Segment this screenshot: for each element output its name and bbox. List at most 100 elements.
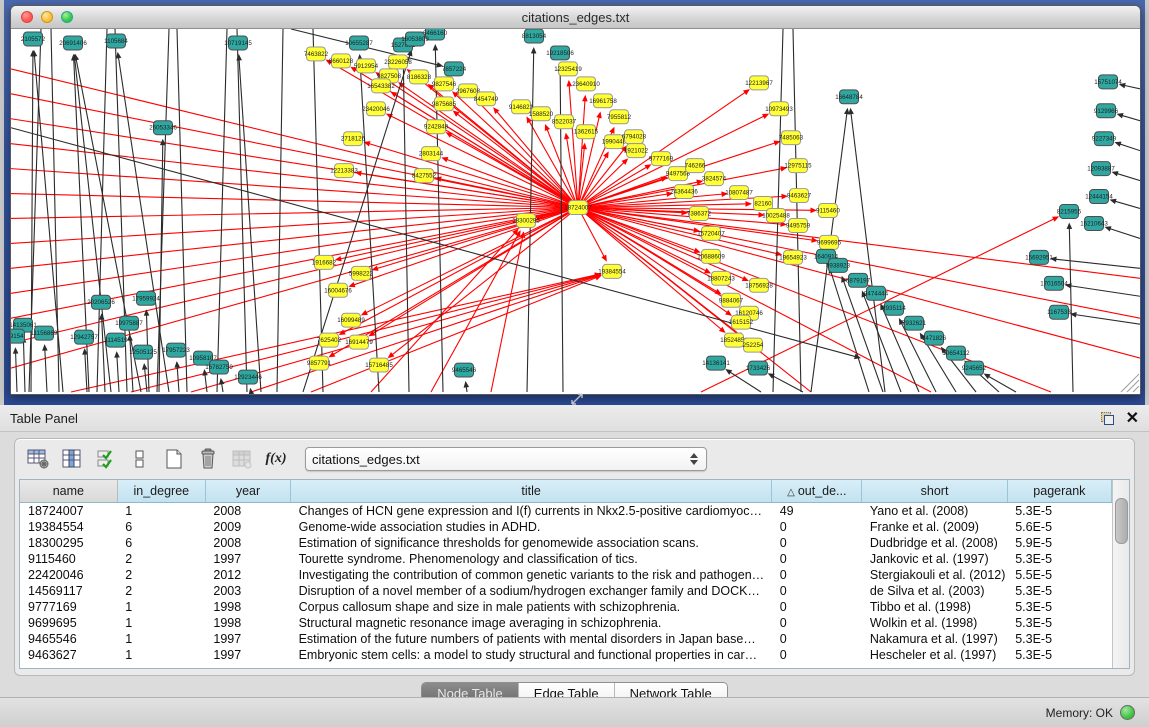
- graph-edge[interactable]: [31, 52, 33, 392]
- table-cell[interactable]: 49: [772, 503, 862, 520]
- graph-node[interactable]: 1105684: [104, 34, 128, 48]
- graph-node[interactable]: 16099489: [337, 313, 365, 327]
- table-cell[interactable]: 2008: [205, 503, 290, 520]
- graph-node[interactable]: 2105572: [21, 32, 46, 46]
- table-row[interactable]: 911546021997Tourette syndrome. Phenomeno…: [20, 551, 1112, 567]
- table-cell[interactable]: 18724007: [20, 503, 117, 520]
- graph-node[interactable]: 12213383: [330, 164, 358, 178]
- graph-node[interactable]: 2935114: [882, 301, 906, 315]
- graph-node[interactable]: 9875685: [432, 97, 457, 111]
- graph-edge[interactable]: [357, 173, 578, 208]
- row-checks-icon[interactable]: [91, 445, 121, 473]
- graph-node[interactable]: 9463627: [787, 189, 812, 203]
- graph-node[interactable]: 1921022: [624, 144, 649, 158]
- graph-node[interactable]: 9495759: [786, 218, 811, 232]
- graph-node[interactable]: 3824574: [702, 172, 727, 186]
- graph-node[interactable]: 26053346: [149, 121, 177, 135]
- table-row[interactable]: 977716911998Corpus callosum shape and si…: [20, 599, 1112, 615]
- graph-node[interactable]: 746266: [685, 159, 706, 173]
- graph-node[interactable]: 17016504: [1040, 276, 1068, 290]
- graph-node[interactable]: 10688609: [697, 249, 725, 263]
- table-cell[interactable]: 1997: [205, 647, 290, 663]
- table-cell[interactable]: 22420046: [20, 567, 117, 583]
- close-window-button[interactable]: [21, 11, 33, 23]
- float-panel-icon[interactable]: [1101, 412, 1114, 425]
- table-cell[interactable]: 0: [772, 567, 862, 583]
- graph-edge[interactable]: [447, 133, 578, 207]
- graph-node[interactable]: 8813054: [522, 29, 547, 43]
- graph-node[interactable]: 16648784: [835, 90, 863, 104]
- graph-edge[interactable]: [157, 29, 169, 392]
- graph-node[interactable]: 8660128: [329, 54, 354, 68]
- table-cell[interactable]: 0: [772, 551, 862, 567]
- table-cell[interactable]: 0: [772, 599, 862, 615]
- graph-node[interactable]: 9857791: [307, 356, 332, 370]
- network-window-titlebar[interactable]: citations_edges.txt: [11, 6, 1140, 29]
- table-cell[interactable]: Investigating the contribution of common…: [291, 567, 772, 583]
- table-cell[interactable]: 5.3E-5: [1007, 583, 1111, 599]
- graph-edge[interactable]: [11, 194, 578, 208]
- graph-node[interactable]: 1615152: [729, 315, 754, 329]
- graph-node[interactable]: 8215955: [1057, 205, 1082, 219]
- table-settings-icon[interactable]: [23, 445, 53, 473]
- table-cell[interactable]: Corpus callosum shape and size in male p…: [291, 599, 772, 615]
- column-header[interactable]: △out_de...: [772, 480, 862, 503]
- graph-node[interactable]: 2718126: [341, 132, 366, 146]
- table-cell[interactable]: Jankovic et al. (1997): [862, 551, 1007, 567]
- graph-edge[interactable]: [1106, 227, 1140, 238]
- table-cell[interactable]: 5.3E-5: [1007, 647, 1111, 663]
- graph-node[interactable]: 23640910: [572, 77, 600, 91]
- function-builder-icon[interactable]: f(x): [261, 445, 291, 473]
- new-table-icon[interactable]: [159, 445, 189, 473]
- table-cell[interactable]: 19384554: [20, 519, 117, 535]
- graph-node[interactable]: 12942757: [70, 330, 98, 344]
- table-cell[interactable]: 2008: [205, 535, 290, 551]
- scrollbar-thumb[interactable]: [1115, 498, 1128, 544]
- table-cell[interactable]: Changes of HCN gene expression and I(f) …: [291, 503, 772, 520]
- table-cell[interactable]: Dudbridge et al. (2008): [862, 535, 1007, 551]
- graph-edge[interactable]: [11, 208, 578, 369]
- graph-node[interactable]: 19218506: [546, 46, 574, 60]
- graph-node[interactable]: 9777169: [649, 152, 674, 166]
- table-cell[interactable]: 9463627: [20, 647, 117, 663]
- graph-node[interactable]: 16210643: [1080, 216, 1108, 230]
- table-cell[interactable]: 5.3E-5: [1007, 503, 1111, 520]
- graph-edge[interactable]: [217, 29, 227, 392]
- table-cell[interactable]: Tibbo et al. (1998): [862, 599, 1007, 615]
- table-cell[interactable]: 2: [117, 567, 205, 583]
- graph-edge[interactable]: [1052, 259, 1140, 269]
- graph-node[interactable]: 9474444: [864, 286, 889, 300]
- table-cell[interactable]: Disruption of a novel member of a sodium…: [291, 583, 772, 599]
- table-cell[interactable]: 2012: [205, 567, 290, 583]
- column-header[interactable]: name: [20, 480, 117, 503]
- table-cell[interactable]: 1998: [205, 615, 290, 631]
- graph-node[interactable]: 16961758: [589, 94, 617, 108]
- table-cell[interactable]: 2009: [205, 519, 290, 535]
- graph-node[interactable]: 2803144: [419, 147, 444, 161]
- graph-edge[interactable]: [769, 374, 803, 392]
- graph-node[interactable]: 9699695: [817, 235, 842, 249]
- graph-node[interactable]: 12325419: [554, 62, 582, 76]
- graph-edge[interactable]: [117, 353, 119, 392]
- table-row[interactable]: 1872400712008Changes of HCN gene express…: [20, 503, 1112, 520]
- graph-node[interactable]: 15692951: [1025, 250, 1053, 264]
- graph-edge[interactable]: [11, 144, 578, 208]
- graph-node[interactable]: 8471826: [922, 331, 947, 345]
- graph-node[interactable]: 12093887: [1087, 162, 1115, 176]
- graph-node[interactable]: 1733426: [746, 361, 771, 375]
- table-cell[interactable]: 6: [117, 519, 205, 535]
- graph-edge[interactable]: [1072, 314, 1140, 324]
- table-cell[interactable]: 14569117: [20, 583, 117, 599]
- canvas-resize-grip-icon[interactable]: [1133, 386, 1139, 392]
- table-row[interactable]: 969969511998Structural magnetic resonanc…: [20, 615, 1112, 631]
- graph-node[interactable]: 20206526: [87, 295, 115, 309]
- graph-node[interactable]: 9245652: [962, 361, 987, 375]
- graph-node[interactable]: 9884067: [719, 293, 744, 307]
- canvas-resize-grip-icon[interactable]: [1127, 380, 1139, 392]
- table-cell[interactable]: 0: [772, 647, 862, 663]
- table-cell[interactable]: Genome-wide association studies in ADHD.: [291, 519, 772, 535]
- table-cell[interactable]: 6: [117, 535, 205, 551]
- table-cell[interactable]: 1: [117, 503, 205, 520]
- graph-node[interactable]: 7932621: [902, 316, 927, 330]
- graph-node[interactable]: 1167533: [1047, 305, 1071, 319]
